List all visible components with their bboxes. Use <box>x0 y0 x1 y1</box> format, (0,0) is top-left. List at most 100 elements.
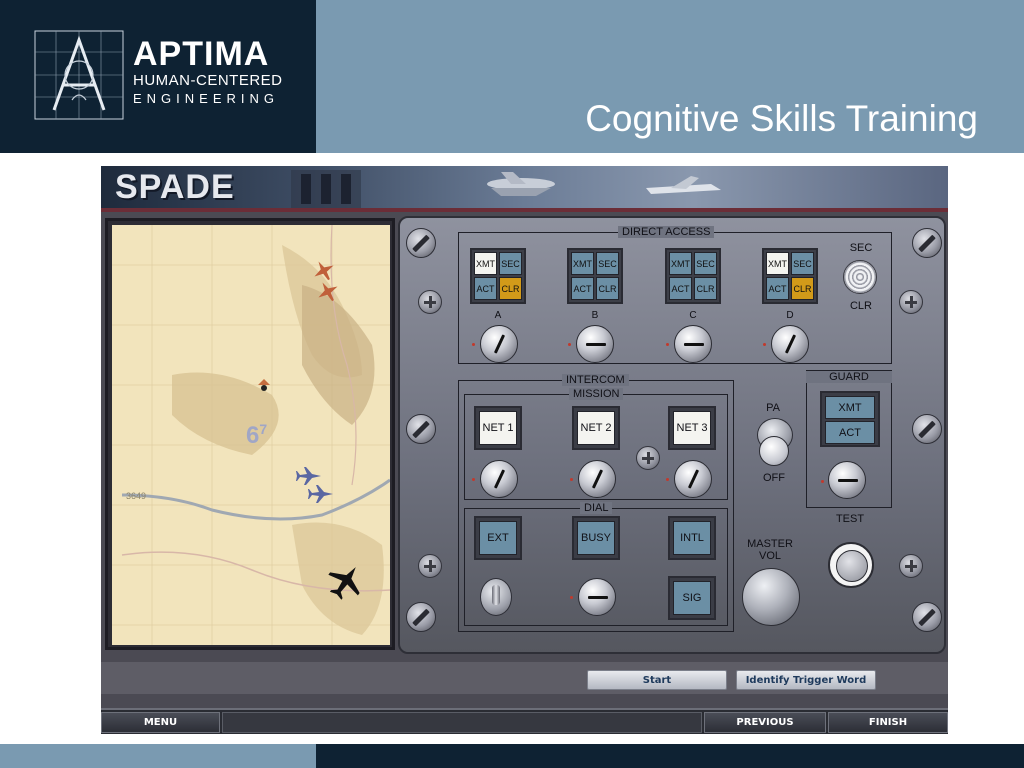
dial-toggle-switch[interactable] <box>480 578 512 616</box>
guard-xmt-button[interactable]: XMT <box>825 396 875 419</box>
screw-icon <box>406 414 436 444</box>
pa-toggle-handle[interactable] <box>759 436 789 466</box>
indicator-dot-icon <box>666 343 669 346</box>
nav-spacer <box>222 712 702 733</box>
pa-off-label: OFF <box>763 472 785 484</box>
sec-clr-knob[interactable] <box>843 260 877 294</box>
guard-volume-knob[interactable] <box>828 461 866 499</box>
indicator-dot-icon <box>472 343 475 346</box>
channel-c-switches: XMT SEC ACT CLR <box>665 248 721 304</box>
sec-switch-d[interactable]: SEC <box>791 252 814 275</box>
previous-button[interactable]: PREVIOUS <box>704 712 826 733</box>
header-brand-area: APTIMA HUMAN-CENTERED ENGINEERING <box>0 0 316 153</box>
brand-line-2: ENGINEERING <box>133 91 280 106</box>
sig-button[interactable]: SIG <box>668 576 716 620</box>
action-button-bar: Start Identify Trigger Word <box>101 662 948 694</box>
app-title: SPADE <box>115 168 235 206</box>
net-2-button[interactable]: NET 2 <box>572 406 620 450</box>
volume-knob-a[interactable] <box>480 325 518 363</box>
sec-switch-b[interactable]: SEC <box>596 252 619 275</box>
indicator-dot-icon <box>568 343 571 346</box>
dial-volume-knob[interactable] <box>578 578 616 616</box>
volume-knob-c[interactable] <box>674 325 712 363</box>
act-switch-d[interactable]: ACT <box>766 277 789 300</box>
test-label: TEST <box>835 513 865 525</box>
clr-switch-d[interactable]: CLR <box>791 277 814 300</box>
net-1-button[interactable]: NET 1 <box>474 406 522 450</box>
menu-button[interactable]: MENU <box>101 712 220 733</box>
footer-left-band <box>0 744 316 768</box>
indicator-dot-icon <box>763 343 766 346</box>
spade-app-window: SPADE 67 3649 DIRECT ACCESS XMT SEC ACT … <box>101 166 948 734</box>
screw-icon <box>406 228 436 258</box>
mission-title: MISSION <box>569 388 624 400</box>
channel-c-label: C <box>689 310 697 321</box>
guard-act-button[interactable]: ACT <box>825 421 875 444</box>
brand-name: APTIMA <box>133 35 270 73</box>
sec-switch-a[interactable]: SEC <box>499 252 522 275</box>
test-button[interactable] <box>828 542 874 588</box>
header-title-area: Cognitive Skills Training <box>316 0 1024 153</box>
navigation-bar: MENU PREVIOUS FINISH <box>101 708 948 734</box>
black-bomber-icon[interactable] <box>326 561 366 601</box>
screw-icon <box>899 290 923 314</box>
slide-title: Cognitive Skills Training <box>585 98 978 139</box>
net-2-knob[interactable] <box>578 460 616 498</box>
app-banner: SPADE <box>101 166 948 212</box>
channel-d-label: D <box>786 310 794 321</box>
guard-title: GUARD <box>806 371 892 383</box>
xmt-switch-c[interactable]: XMT <box>669 252 692 275</box>
brand-text: APTIMA HUMAN-CENTERED ENGINEERING <box>133 36 283 107</box>
guard-buttons: XMT ACT <box>820 391 880 447</box>
screw-icon <box>912 228 942 258</box>
indicator-dot-icon <box>570 596 573 599</box>
xmt-switch-d[interactable]: XMT <box>766 252 789 275</box>
aptima-logo-icon <box>34 30 124 120</box>
master-volume-knob[interactable] <box>742 568 800 626</box>
act-switch-a[interactable]: ACT <box>474 277 497 300</box>
channel-a-switches: XMT SEC ACT CLR <box>470 248 526 304</box>
intercom-title: INTERCOM <box>562 374 629 386</box>
master-vol-label: MASTER VOL <box>747 538 793 562</box>
screw-icon <box>418 290 442 314</box>
dial-title: DIAL <box>580 502 613 514</box>
indicator-dot-icon <box>666 478 669 481</box>
identify-trigger-word-button[interactable]: Identify Trigger Word <box>736 670 876 690</box>
act-switch-c[interactable]: ACT <box>669 277 692 300</box>
net-3-knob[interactable] <box>674 460 712 498</box>
blue-fighter-icon[interactable] <box>308 483 334 505</box>
volume-knob-b[interactable] <box>576 325 614 363</box>
finish-button[interactable]: FINISH <box>828 712 948 733</box>
slide: APTIMA HUMAN-CENTERED ENGINEERING Cognit… <box>0 0 1024 768</box>
indicator-dot-icon <box>472 478 475 481</box>
sec-label: SEC <box>849 242 873 254</box>
aircraft-banner-art-icon <box>291 170 721 208</box>
sec-switch-c[interactable]: SEC <box>694 252 717 275</box>
act-switch-b[interactable]: ACT <box>571 277 594 300</box>
indicator-dot-icon <box>821 480 824 483</box>
net-3-button[interactable]: NET 3 <box>668 406 716 450</box>
net-1-knob[interactable] <box>480 460 518 498</box>
pa-label: PA <box>766 402 780 414</box>
footer-right-band <box>316 744 1024 768</box>
xmt-switch-b[interactable]: XMT <box>571 252 594 275</box>
busy-button[interactable]: BUSY <box>572 516 620 560</box>
volume-knob-d[interactable] <box>771 325 809 363</box>
red-fighter-icon[interactable] <box>316 280 340 304</box>
screw-icon <box>912 602 942 632</box>
start-button[interactable]: Start <box>587 670 727 690</box>
channel-a-label: A <box>494 310 502 321</box>
clr-switch-c[interactable]: CLR <box>694 277 717 300</box>
xmt-switch-a[interactable]: XMT <box>474 252 497 275</box>
channel-b-label: B <box>591 310 599 321</box>
clr-switch-a[interactable]: CLR <box>499 277 522 300</box>
screw-icon <box>418 554 442 578</box>
tactical-map[interactable]: 67 3649 <box>112 225 390 645</box>
map-grid-label: 67 <box>246 421 268 449</box>
clr-switch-b[interactable]: CLR <box>596 277 619 300</box>
intl-button[interactable]: INTL <box>668 516 716 560</box>
ext-button[interactable]: EXT <box>474 516 522 560</box>
brand-line-1: HUMAN-CENTERED <box>133 72 283 89</box>
tactical-map-frame: 67 3649 <box>105 218 395 650</box>
channel-b-switches: XMT SEC ACT CLR <box>567 248 623 304</box>
